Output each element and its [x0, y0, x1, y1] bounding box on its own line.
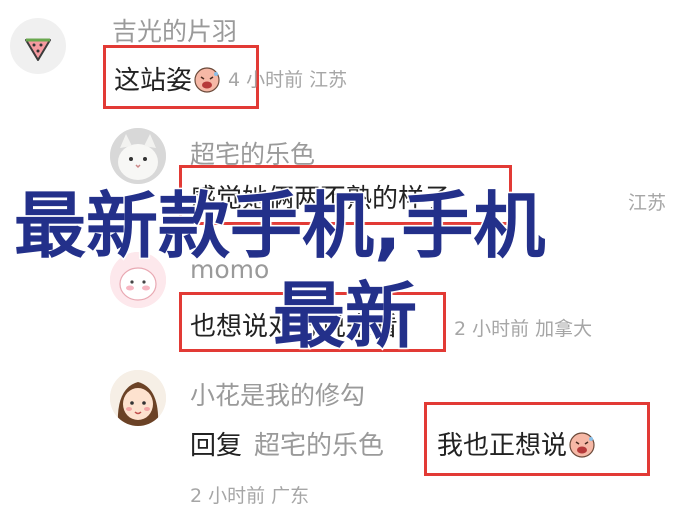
comment-meta: 2 小时前 广东 — [190, 485, 310, 507]
cartoon-girl-avatar-icon — [110, 370, 166, 426]
comment-text-row: 我也正想说 — [437, 425, 597, 462]
laughing-face-icon — [194, 66, 220, 93]
laughing-face-icon — [569, 431, 595, 458]
comment-text: 这站姿 — [114, 66, 193, 96]
overlay-title-line1: 最新款手机,手机 — [12, 184, 546, 268]
comment-text: 我也正想说 — [437, 431, 568, 461]
reply-row: 回复 超宅的乐色 — [190, 425, 384, 462]
cat-avatar-icon — [110, 128, 166, 184]
comment-text-row: 这站姿 4 小时前 江苏 — [114, 60, 347, 97]
avatar-watermelon[interactable] — [10, 18, 66, 74]
watermelon-icon — [25, 38, 51, 61]
comment-username[interactable]: 吉光的片羽 — [112, 12, 237, 48]
avatar-cartoon-girl[interactable] — [110, 370, 166, 426]
comment-username[interactable]: 小花是我的修勾 — [190, 376, 365, 412]
reply-label: 回复 — [190, 431, 243, 461]
comment-meta: 江苏 — [628, 192, 667, 214]
avatar-cat[interactable] — [110, 128, 166, 184]
comment-meta: 4 小时前 江苏 — [228, 69, 348, 91]
overlay-title-line2: 最新 — [271, 274, 418, 358]
reply-to-username[interactable]: 超宅的乐色 — [254, 425, 384, 462]
comment-meta: 2 小时前 加拿大 — [454, 318, 593, 340]
